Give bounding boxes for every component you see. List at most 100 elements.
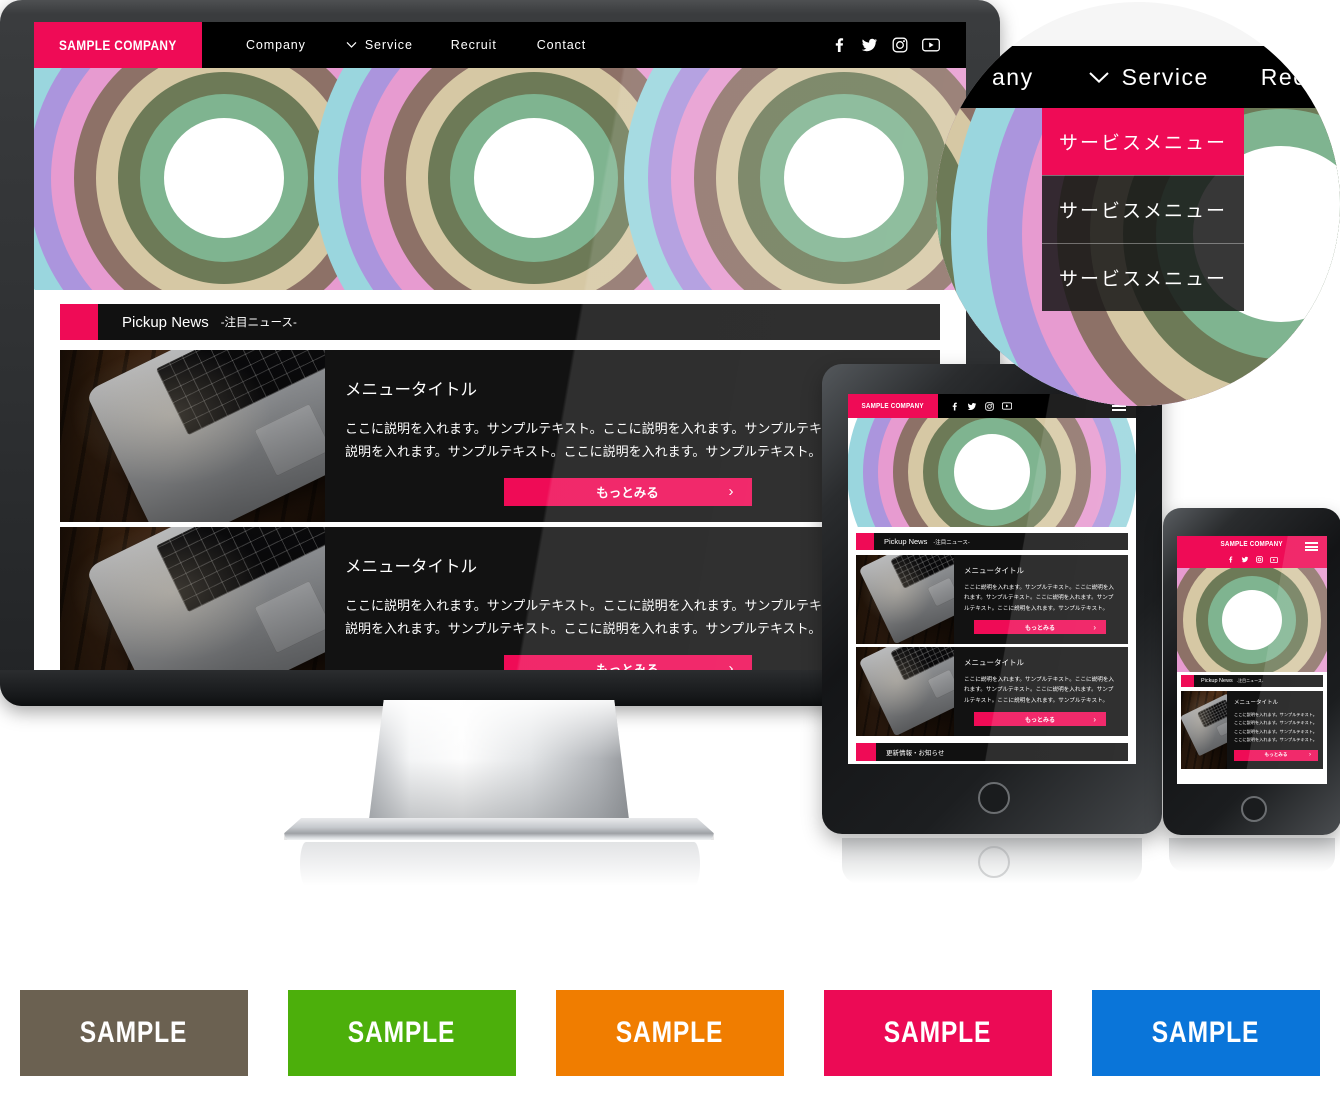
color-swatch-green[interactable]: SAMPLE xyxy=(288,990,516,1076)
news-card: メニュータイトル ここに説明を入れます。サンプルテキスト。ここに説明を入れます。… xyxy=(856,555,1128,644)
card-1-more-button[interactable]: もっとみる › xyxy=(503,477,752,506)
phone-social-links xyxy=(1177,553,1327,566)
tablet-news-accent xyxy=(856,743,876,761)
facebook-icon[interactable] xyxy=(831,37,847,53)
magnifier-nav-recruit[interactable]: Recruit xyxy=(1261,64,1340,91)
phone-pickup-bar: Pickup News -注目ニュース- xyxy=(1181,675,1323,687)
tablet-card-2-title: メニュータイトル xyxy=(964,658,1024,667)
brand-logo-text: SAMPLE COMPANY xyxy=(59,37,177,53)
tablet-news-section-label: 更新情報・お知らせ xyxy=(886,750,945,757)
tablet-card-1-title: メニュータイトル xyxy=(964,566,1024,575)
card-1-more-label: もっとみる xyxy=(596,486,659,500)
tablet-card-1-more-button[interactable]: もっとみる › xyxy=(974,620,1106,635)
tablet-home-button[interactable] xyxy=(978,782,1010,814)
swatch-wrap-3: SAMPLE xyxy=(536,990,804,1100)
nav-item-contact[interactable]: Contact xyxy=(517,38,606,52)
phone-site: SAMPLE COMPANY Pickup News -注目ニュース- メニュー… xyxy=(1177,536,1327,784)
swatch-wrap-2: SAMPLE xyxy=(268,990,536,1100)
tablet-hero xyxy=(848,418,1136,527)
card-2-more-button[interactable]: もっとみる › xyxy=(503,654,752,670)
color-swatch-orange[interactable]: SAMPLE xyxy=(556,990,784,1076)
card-2-thumbnail[interactable] xyxy=(60,527,325,670)
phone-card-more-button[interactable]: もっとみる › xyxy=(1234,749,1318,761)
tablet-pickup-title: Pickup News -注目ニュース- xyxy=(874,533,970,550)
phone-card-thumbnail[interactable] xyxy=(1181,691,1227,769)
tablet-brand-logo-text: SAMPLE COMPANY xyxy=(861,402,925,410)
swatch-label: SAMPLE xyxy=(1152,1016,1260,1049)
color-swatch-brown[interactable]: SAMPLE xyxy=(20,990,248,1076)
laptop-photo xyxy=(856,647,954,736)
phone-pickup-wrap: Pickup News -注目ニュース- xyxy=(1177,675,1327,687)
swatch-wrap-4: SAMPLE xyxy=(804,990,1072,1100)
chevron-down-icon xyxy=(346,41,357,48)
brand-logo[interactable]: SAMPLE COMPANY xyxy=(34,22,202,68)
card-1-thumbnail[interactable] xyxy=(60,350,325,522)
dropdown-item-1[interactable]: サービスメニュー xyxy=(1042,108,1244,175)
phone-pickup-title-en: Pickup News xyxy=(1201,678,1233,684)
nav-item-service[interactable]: Service xyxy=(328,38,431,52)
color-swatch-row: SAMPLE SAMPLE SAMPLE SAMPLE SAMPLE xyxy=(0,990,1340,1100)
nav-item-company[interactable]: Company xyxy=(224,38,328,52)
desktop-nav-items: Company Service Recruit Contact xyxy=(224,38,606,52)
monitor-stand-neck xyxy=(368,700,630,828)
phone-pickup-title: Pickup News -注目ニュース- xyxy=(1194,675,1263,687)
chevron-right-icon: › xyxy=(728,660,734,670)
chevron-right-icon: › xyxy=(728,483,734,500)
phone-screen: SAMPLE COMPANY Pickup News -注目ニュース- メニュー… xyxy=(1177,536,1327,784)
magnifier-nav-company[interactable]: any xyxy=(992,64,1034,91)
twitter-icon[interactable] xyxy=(1241,556,1249,563)
tablet-site: SAMPLE COMPANY Pickup News -注目ニュース- メニュー… xyxy=(848,394,1136,764)
tablet-card-2-thumbnail[interactable] xyxy=(856,647,954,736)
phone-card-button-wrap: もっとみる › xyxy=(1234,749,1318,761)
tablet-news-section-bar: 更新情報・お知らせ xyxy=(856,743,1128,761)
magnifier-nav-service-label: Service xyxy=(1121,63,1209,90)
color-swatch-blue[interactable]: SAMPLE xyxy=(1092,990,1320,1076)
swatch-label: SAMPLE xyxy=(884,1016,992,1049)
dropdown-item-2[interactable]: サービスメニュー xyxy=(1042,175,1244,243)
phone-header: SAMPLE COMPANY xyxy=(1177,536,1327,568)
tablet-pickup-accent xyxy=(856,533,874,550)
tablet-card-1-body: メニュータイトル ここに説明を入れます。サンプルテキスト。ここに説明を入れます。… xyxy=(954,555,1128,644)
news-card: メニュータイトル ここに説明を入れます。サンプルテキスト。ここに説明を入れます。… xyxy=(1181,691,1323,769)
news-card: メニュータイトル ここに説明を入れます。サンプルテキスト。ここに説明を入れます。… xyxy=(60,350,940,522)
dropdown-item-3[interactable]: サービスメニュー xyxy=(1042,243,1244,311)
magnifier-nav-service[interactable]: Service xyxy=(1088,64,1209,91)
tablet-screen: SAMPLE COMPANY Pickup News -注目ニュース- メニュー… xyxy=(848,394,1136,764)
tablet-card-2-body: メニュータイトル ここに説明を入れます。サンプルテキスト。ここに説明を入れます。… xyxy=(954,647,1128,736)
phone-pickup-title-jp: -注目ニュース- xyxy=(1236,678,1264,683)
laptop-photo xyxy=(60,350,325,522)
youtube-icon[interactable] xyxy=(1269,556,1278,563)
tablet-card-2-more-button[interactable]: もっとみる › xyxy=(974,712,1106,727)
hamburger-icon[interactable] xyxy=(1305,542,1318,551)
phone-reflection xyxy=(1169,838,1335,872)
phone-card-more-label: もっとみる xyxy=(1264,752,1288,758)
phone-device: SAMPLE COMPANY Pickup News -注目ニュース- メニュー… xyxy=(1163,508,1340,872)
youtube-icon[interactable] xyxy=(922,38,940,52)
tablet-pickup-title-jp: -注目ニュース- xyxy=(933,539,970,546)
twitter-icon[interactable] xyxy=(861,37,878,53)
chevron-right-icon: › xyxy=(1309,752,1311,759)
color-swatch-pink[interactable]: SAMPLE xyxy=(824,990,1052,1076)
instagram-icon[interactable] xyxy=(1255,556,1263,563)
news-card: メニュータイトル ここに説明を入れます。サンプルテキスト。ここに説明を入れます。… xyxy=(60,527,940,670)
tablet-pickup-title-en: Pickup News xyxy=(884,537,928,546)
tablet-card-2-button-wrap: もっとみる › xyxy=(964,712,1116,727)
phone-hero xyxy=(1177,568,1327,672)
nav-item-recruit[interactable]: Recruit xyxy=(431,38,517,52)
tablet-card-1-wrap: メニュータイトル ここに説明を入れます。サンプルテキスト。ここに説明を入れます。… xyxy=(848,555,1136,644)
phone-home-button[interactable] xyxy=(1241,796,1267,822)
tablet-card-1-thumbnail[interactable] xyxy=(856,555,954,644)
phone-card-wrap: メニュータイトル ここに説明を入れます。サンプルテキスト。ここに説明を入れます。… xyxy=(1177,691,1327,769)
facebook-icon[interactable] xyxy=(1227,556,1234,563)
tablet-news-section-wrap: 更新情報・お知らせ xyxy=(848,743,1136,761)
tablet-gap-3 xyxy=(848,736,1136,743)
instagram-icon[interactable] xyxy=(892,37,908,53)
pickup-news-title: Pickup News -注目ニュース- xyxy=(98,304,297,340)
swatch-label: SAMPLE xyxy=(80,1016,188,1049)
monitor-stand-base xyxy=(284,818,714,840)
tablet-brand-logo[interactable]: SAMPLE COMPANY xyxy=(848,394,938,418)
tablet-reflection xyxy=(842,838,1142,884)
magnifier-navbar: any Service Recruit xyxy=(936,46,1340,108)
tablet-device: SAMPLE COMPANY Pickup News -注目ニュース- メニュー… xyxy=(822,364,1162,884)
laptop-photo xyxy=(1181,691,1227,769)
